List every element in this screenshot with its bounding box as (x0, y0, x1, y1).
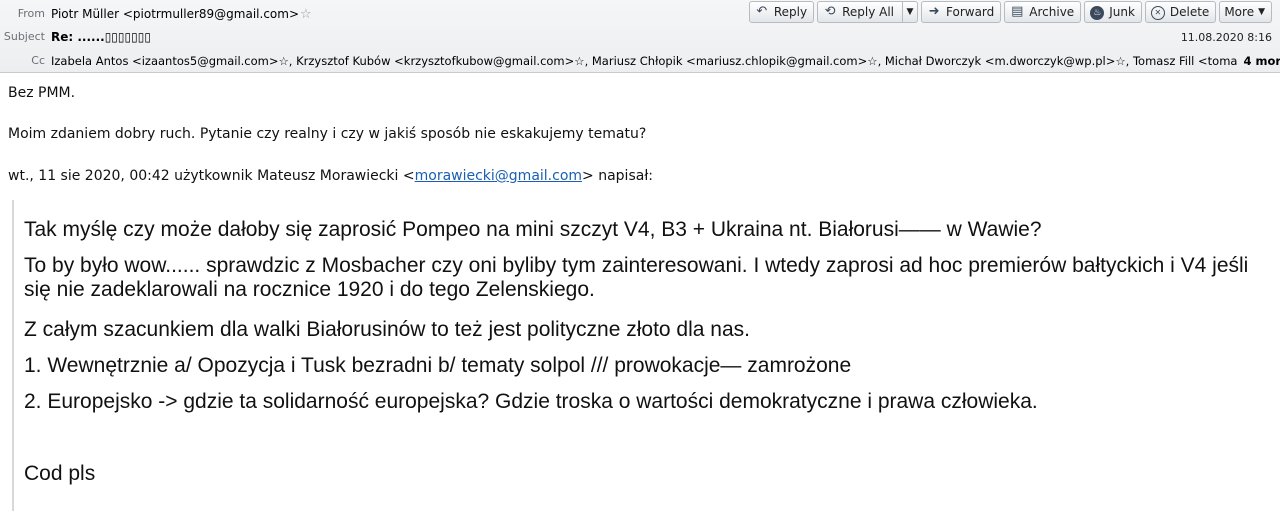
star-icon[interactable]: ☆ (300, 7, 312, 22)
attribution-suffix: > napisał: (582, 168, 654, 184)
flame-icon: ♨ (1089, 1, 1105, 23)
from-label: From (17, 7, 45, 20)
quote-paragraph-4: 1. Wewnętrznie a/ Opozycja i Tusk bezrad… (24, 354, 852, 377)
junk-button[interactable]: ♨ Junk (1084, 1, 1142, 23)
cc-label: Cc (31, 54, 45, 67)
forward-label: Forward (946, 5, 995, 19)
message-toolbar: ↶ Reply ⟲ Reply All ▼ ➜ Forward ▤ Archive ♨ Ju… (748, 1, 1272, 23)
message-date: 11.08.2020 8:16 (1180, 31, 1272, 44)
message-line-2: Moim zdaniem dobry ruch. Pytanie czy rea… (8, 126, 647, 142)
archive-button[interactable]: ▤ Archive (1004, 1, 1082, 23)
quote-paragraph-2: To by było wow...... sprawdzic z Mosbach… (24, 254, 1249, 301)
cc-addresses[interactable]: Izabela Antos <izaantos5@gmail.com>☆, Kr… (51, 54, 1237, 68)
cc-value[interactable]: Izabela Antos <izaantos5@gmail.com>☆, Kr… (51, 51, 1280, 71)
more-button[interactable]: More ▼ (1219, 1, 1272, 23)
delete-icon: ✕ (1150, 1, 1166, 23)
cc-more-link[interactable]: 4 more (1243, 54, 1280, 68)
attribution-prefix: wt., 11 sie 2020, 00:42 użytkownik Mateu… (8, 168, 415, 184)
chevron-down-icon[interactable]: ▼ (902, 2, 917, 22)
reply-icon: ↶ (756, 4, 768, 19)
chevron-down-icon: ▼ (1258, 7, 1265, 17)
reply-label: Reply (773, 5, 808, 19)
quote-paragraph-1: Tak myślę czy może dałoby się zaprosić P… (24, 218, 1042, 241)
quote-paragraph-6: Cod pls (24, 462, 96, 485)
quote-paragraph-5: 2. Europejsko -> gdzie ta solidarność eu… (24, 390, 1038, 413)
subject-label: Subject (3, 30, 45, 43)
reply-all-icon: ⟲ (824, 4, 836, 19)
attribution-email-link[interactable]: morawiecki@gmail.com (415, 168, 582, 184)
subject-value: Re: ......▯▯▯▯▯▯▯ (51, 30, 151, 44)
quote-paragraph-3: Z całym szacunkiem dla walki Białorusinó… (24, 318, 750, 341)
message-line-1: Bez PMM. (8, 85, 76, 101)
from-value[interactable]: Piotr Müller <piotrmuller89@gmail.com>☆ (51, 4, 312, 25)
forward-button[interactable]: ➜ Forward (921, 1, 1002, 23)
reply-attribution: wt., 11 sie 2020, 00:42 użytkownik Mateu… (8, 167, 653, 185)
delete-label: Delete (1169, 5, 1210, 19)
reply-button[interactable]: ↶ Reply (748, 1, 815, 23)
reply-all-label: Reply All (842, 5, 895, 19)
archive-label: Archive (1029, 5, 1075, 19)
quoted-message: Tak myślę czy może dałoby się zaprosić P… (12, 200, 1276, 511)
from-address[interactable]: Piotr Müller <piotrmuller89@gmail.com> (51, 7, 299, 21)
more-label: More (1224, 5, 1255, 19)
message-header: From Piotr Müller <piotrmuller89@gmail.c… (0, 0, 1280, 73)
archive-icon: ▤ (1011, 4, 1024, 19)
forward-icon: ➜ (928, 4, 940, 19)
junk-label: Junk (1109, 5, 1135, 19)
reply-all-button[interactable]: ⟲ Reply All ▼ (817, 1, 919, 23)
delete-button[interactable]: ✕ Delete (1144, 1, 1217, 23)
